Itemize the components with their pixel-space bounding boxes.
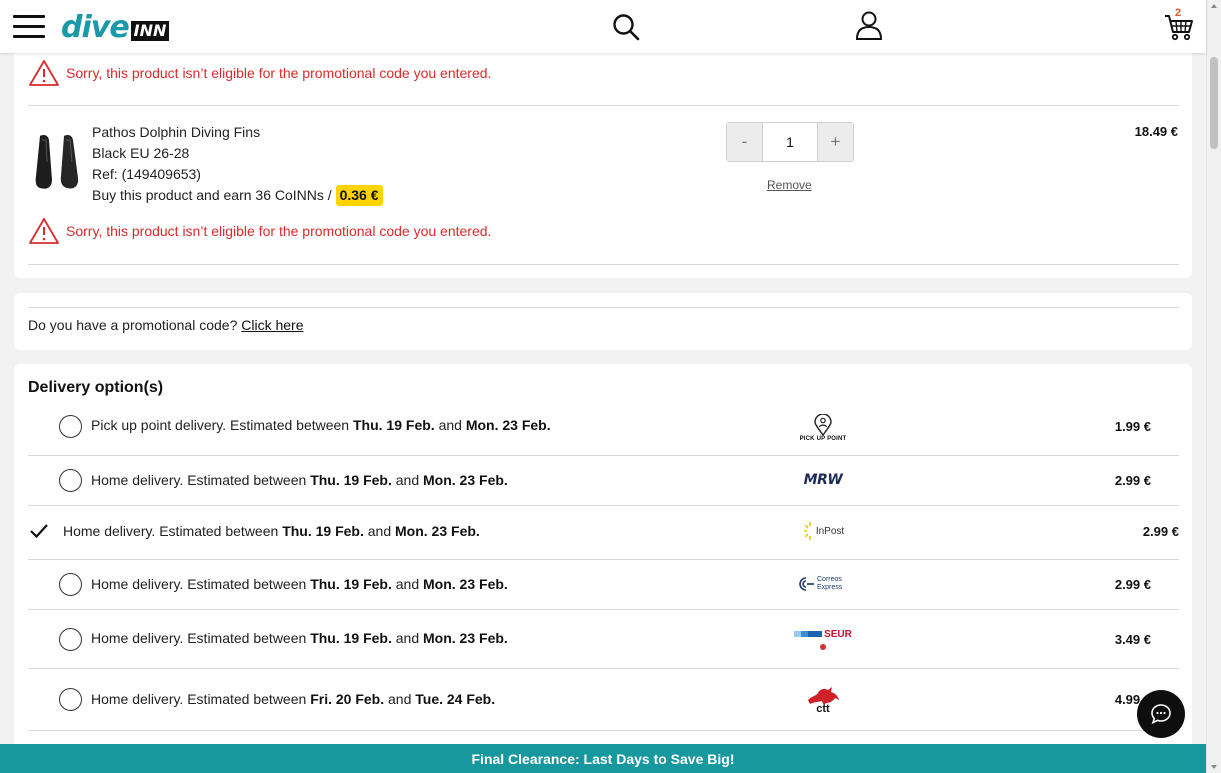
chat-icon bbox=[1151, 704, 1171, 724]
promo-question: Do you have a promotional code? bbox=[28, 317, 238, 333]
coinns-value-badge: 0.36 € bbox=[335, 185, 383, 206]
delivery-option-text: Home delivery. Estimated between Thu. 19… bbox=[63, 523, 480, 539]
scroll-down-arrow-icon[interactable] bbox=[1211, 765, 1217, 769]
qty-value[interactable]: 1 bbox=[762, 123, 818, 161]
user-icon[interactable] bbox=[855, 10, 883, 40]
product-ref: Ref: (149409653) bbox=[92, 166, 201, 182]
delivery-option-seur[interactable]: Home delivery. Estimated between Thu. 19… bbox=[28, 610, 1179, 668]
delivery-option-text: Pick up point delivery. Estimated betwee… bbox=[91, 417, 551, 433]
product-variant: Black EU 26-28 bbox=[92, 145, 190, 161]
promo-code-card: Do you have a promotional code? Click he… bbox=[14, 293, 1192, 350]
carrier-label: PICK UP POINT bbox=[799, 436, 847, 442]
pickup-point-icon: PICK UP POINT bbox=[780, 408, 866, 448]
delivery-radio[interactable] bbox=[59, 469, 82, 492]
page-scrollbar[interactable] bbox=[1206, 0, 1221, 773]
warning-icon bbox=[29, 218, 59, 244]
promo-warning-item: Sorry, this product isn’t eligible for t… bbox=[28, 217, 491, 245]
delivery-options-card: Delivery option(s) Pick up point deliver… bbox=[14, 364, 1192, 764]
quantity-stepper: - 1 + bbox=[726, 122, 854, 162]
menu-icon[interactable] bbox=[13, 15, 45, 39]
scroll-up-arrow-icon[interactable] bbox=[1211, 4, 1217, 8]
delivery-price: 2.99 € bbox=[1142, 524, 1179, 539]
carrier-label: Correos Express bbox=[817, 576, 843, 591]
carrier-label: SEUR bbox=[824, 628, 852, 640]
promo-code-prompt: Do you have a promotional code? Click he… bbox=[28, 317, 304, 333]
coinns-earn-line: Buy this product and earn 36 CoINNs / 0.… bbox=[92, 185, 383, 206]
delivery-option-mrw[interactable]: Home delivery. Estimated between Thu. 19… bbox=[28, 456, 1179, 505]
remove-item-link[interactable]: Remove bbox=[767, 178, 812, 192]
carrier-label: InPost bbox=[815, 525, 845, 537]
mrw-logo: MRW bbox=[780, 470, 866, 490]
seur-logo: SEUR bbox=[780, 626, 866, 652]
search-icon[interactable] bbox=[612, 13, 640, 41]
inpost-logo: InPost bbox=[780, 518, 866, 544]
product-info: Pathos Dolphin Diving Fins Black EU 26-2… bbox=[92, 122, 383, 206]
logo-inn-text: INN bbox=[130, 21, 170, 41]
qty-increase-button[interactable]: + bbox=[818, 123, 853, 161]
warning-icon bbox=[29, 60, 59, 86]
diveinn-logo[interactable]: dive INN bbox=[61, 9, 170, 45]
carrier-label: MRW bbox=[803, 472, 843, 488]
delivery-radio[interactable] bbox=[59, 415, 82, 438]
warning-text: Sorry, this product isn’t eligible for t… bbox=[66, 223, 492, 239]
item-price: 18.49 € bbox=[1134, 124, 1178, 139]
divider bbox=[28, 105, 1179, 106]
correos-express-logo: Correos Express bbox=[780, 572, 866, 596]
promo-warning-top: Sorry, this product isn’t eligible for t… bbox=[28, 59, 491, 87]
qty-decrease-button[interactable]: - bbox=[727, 123, 762, 161]
delivery-price: 2.99 € bbox=[1114, 473, 1151, 488]
delivery-radio[interactable] bbox=[59, 628, 82, 651]
delivery-option-correos-express[interactable]: Home delivery. Estimated between Thu. 19… bbox=[28, 560, 1179, 609]
delivery-radio[interactable] bbox=[59, 688, 82, 711]
delivery-option-ctt[interactable]: Home delivery. Estimated between Fri. 20… bbox=[28, 669, 1179, 731]
scrollbar-thumb[interactable] bbox=[1210, 57, 1218, 149]
divider bbox=[28, 264, 1179, 265]
delivery-option-text: Home delivery. Estimated between Thu. 19… bbox=[91, 630, 508, 646]
delivery-radio[interactable] bbox=[59, 573, 82, 596]
site-header: dive INN 2 bbox=[0, 0, 1206, 53]
logo-dive-text: dive bbox=[61, 9, 130, 45]
promo-click-here-link[interactable]: Click here bbox=[241, 317, 303, 333]
delivery-option-inpost[interactable]: Home delivery. Estimated between Thu. 19… bbox=[28, 506, 1179, 558]
delivery-option-pickup[interactable]: Pick up point delivery. Estimated betwee… bbox=[28, 402, 1179, 454]
checkmark-icon[interactable] bbox=[29, 523, 49, 539]
divider bbox=[28, 730, 1179, 731]
ctt-logo: ctt bbox=[780, 681, 866, 717]
cart-items-card: Sorry, this product isn’t eligible for t… bbox=[14, 45, 1192, 278]
chat-button[interactable] bbox=[1137, 690, 1185, 738]
carrier-label: ctt bbox=[816, 702, 830, 715]
delivery-option-text: Home delivery. Estimated between Fri. 20… bbox=[91, 691, 496, 707]
cart-count-badge: 2 bbox=[1175, 7, 1182, 19]
promo-banner[interactable]: Final Clearance: Last Days to Save Big! bbox=[0, 744, 1206, 773]
warning-text: Sorry, this product isn’t eligible for t… bbox=[66, 65, 492, 81]
coinns-earn-text: Buy this product and earn 36 CoINNs / bbox=[92, 187, 332, 203]
delivery-price: 1.99 € bbox=[1114, 419, 1151, 434]
delivery-option-text: Home delivery. Estimated between Thu. 19… bbox=[91, 472, 508, 488]
delivery-title: Delivery option(s) bbox=[28, 379, 164, 396]
divider bbox=[28, 307, 1179, 308]
product-name[interactable]: Pathos Dolphin Diving Fins bbox=[92, 122, 383, 143]
delivery-price: 3.49 € bbox=[1114, 632, 1151, 647]
product-image[interactable] bbox=[34, 132, 82, 192]
delivery-option-text: Home delivery. Estimated between Thu. 19… bbox=[91, 576, 508, 592]
delivery-price: 2.99 € bbox=[1114, 577, 1151, 592]
